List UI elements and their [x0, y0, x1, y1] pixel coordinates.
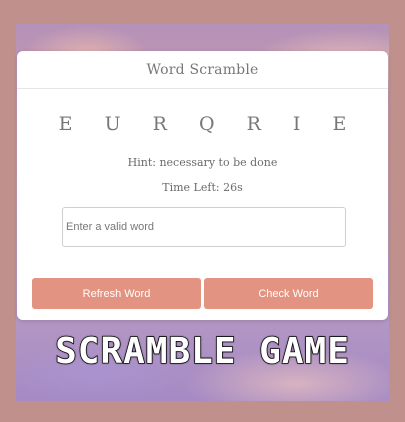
card-header: Word Scramble: [17, 51, 388, 89]
word-input[interactable]: [62, 207, 346, 247]
check-word-button[interactable]: Check Word: [204, 278, 373, 309]
hint-text: Hint: necessary to be done: [127, 156, 278, 169]
refresh-word-button[interactable]: Refresh Word: [32, 278, 201, 309]
game-card: Word Scramble E U R Q R I E Hint: necess…: [17, 51, 388, 320]
scramble-game-banner: SCRAMBLE GAME: [54, 330, 350, 373]
time-left: Time Left: 26s: [162, 181, 243, 194]
game-title: Word Scramble: [146, 61, 259, 78]
scrambled-word: E U R Q R I E: [58, 113, 360, 135]
